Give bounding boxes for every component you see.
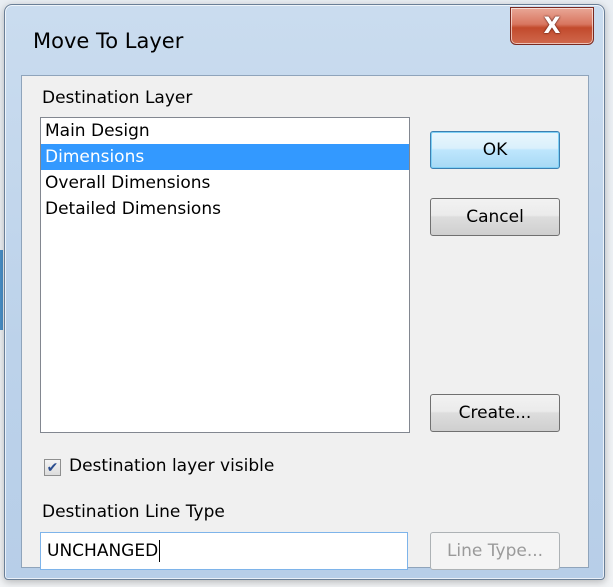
checkmark-icon: ✔ [46,459,59,476]
destination-layer-list[interactable]: Main Design Dimensions Overall Dimension… [40,117,410,433]
destination-line-type-label: Destination Line Type [42,502,225,522]
cancel-button[interactable]: Cancel [430,198,560,236]
destination-layer-visible-checkbox[interactable]: ✔ [44,459,61,476]
line-type-value: UNCHANGED [47,541,159,561]
list-item-overall-dimensions[interactable]: Overall Dimensions [41,170,409,196]
list-item-detailed-dimensions[interactable]: Detailed Dimensions [41,196,409,222]
list-item-dimensions[interactable]: Dimensions [41,144,409,170]
text-caret [159,540,161,562]
list-item-main-design[interactable]: Main Design [41,118,409,144]
ok-button[interactable]: OK [430,131,560,169]
destination-layer-label: Destination Layer [42,88,193,108]
line-type-button[interactable]: Line Type... [430,532,560,570]
close-button[interactable]: X [510,7,594,45]
background-edge-accent [0,250,3,330]
title-bar[interactable]: Move To Layer X [5,5,604,75]
close-icon: X [543,13,561,39]
create-button[interactable]: Create... [430,394,560,432]
destination-layer-visible-label[interactable]: Destination layer visible [69,456,274,476]
dialog-title: Move To Layer [33,29,184,53]
destination-line-type-input[interactable]: UNCHANGED [40,532,408,570]
dialog-client-area: Destination Layer Main Design Dimensions… [21,75,589,570]
move-to-layer-dialog: Move To Layer X Destination Layer Main D… [4,4,605,580]
